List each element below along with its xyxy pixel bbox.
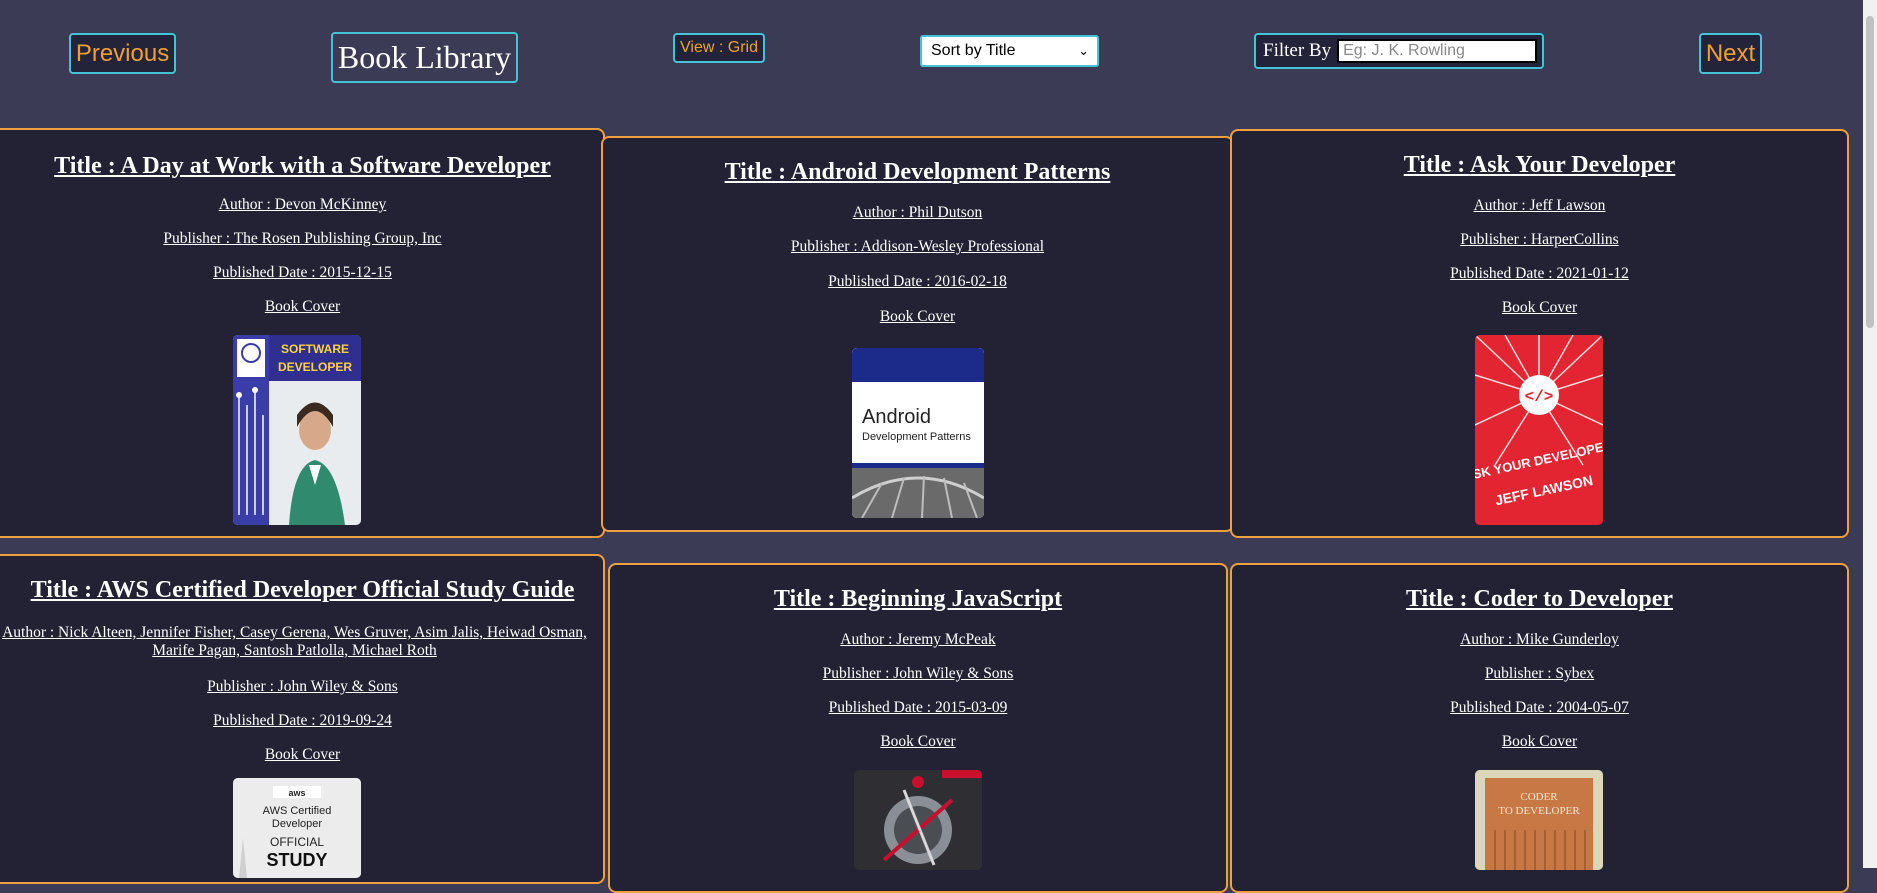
svg-text:</>: </> — [1525, 388, 1554, 406]
book-published-date[interactable]: Published Date : 2019-09-24 — [2, 712, 603, 730]
book-cover-label[interactable]: Book Cover — [2, 746, 603, 764]
svg-text:OFFICIAL: OFFICIAL — [270, 835, 324, 849]
book-card: Title : A Day at Work with a Software De… — [0, 128, 605, 538]
filter-label: Filter By — [1263, 40, 1332, 61]
book-published-date[interactable]: Published Date : 2015-12-15 — [2, 264, 603, 282]
book-publisher[interactable]: Publisher : The Rosen Publishing Group, … — [2, 230, 603, 248]
book-card: Title : Beginning JavaScript Author : Je… — [608, 563, 1228, 893]
chevron-down-icon: ⌄ — [1078, 43, 1089, 58]
book-author[interactable]: Author : Devon McKinney — [2, 196, 603, 214]
filter-input[interactable]: Eg: J. K. Rowling — [1337, 39, 1538, 63]
book-published-date[interactable]: Published Date : 2021-01-12 — [1232, 265, 1847, 283]
book-card: Title : Android Development Patterns Aut… — [601, 136, 1234, 532]
book-card: Title : AWS Certified Developer Official… — [0, 554, 605, 884]
view-toggle-button[interactable]: View : Grid — [673, 33, 765, 63]
book-published-date[interactable]: Published Date : 2015-03-09 — [610, 699, 1226, 717]
book-title[interactable]: Title : Ask Your Developer — [1232, 151, 1847, 179]
book-cover-image[interactable] — [854, 770, 982, 870]
svg-text:CODER: CODER — [1520, 791, 1558, 803]
filter-group: Filter By Eg: J. K. Rowling — [1254, 33, 1544, 69]
vertical-scrollbar[interactable] — [1863, 0, 1877, 868]
top-toolbar: Previous Book Library View : Grid Sort b… — [0, 0, 1877, 128]
scrollbar-thumb[interactable] — [1866, 16, 1874, 328]
book-publisher[interactable]: Publisher : HarperCollins — [1232, 231, 1847, 249]
book-cover-image[interactable]: SOFTWARE DEVELOPER — [233, 335, 361, 525]
svg-text:SOFTWARE: SOFTWARE — [281, 342, 349, 356]
book-publisher[interactable]: Publisher : Sybex — [1232, 665, 1847, 683]
book-title[interactable]: Title : Coder to Developer — [1232, 585, 1847, 613]
previous-button[interactable]: Previous — [69, 33, 176, 74]
book-cover-image[interactable]: aws AWS Certified Developer OFFICIAL STU… — [233, 778, 361, 878]
book-author[interactable]: Author : Jeff Lawson — [1232, 197, 1847, 215]
book-cover-label[interactable]: Book Cover — [2, 298, 603, 316]
svg-text:aws: aws — [288, 788, 305, 798]
book-title[interactable]: Title : Beginning JavaScript — [610, 585, 1226, 613]
book-author[interactable]: Author : Jeremy McPeak — [610, 631, 1226, 649]
book-cover-image[interactable]: Android Development Patterns — [852, 348, 984, 518]
svg-text:Development Patterns: Development Patterns — [862, 431, 971, 443]
svg-text:Developer: Developer — [272, 818, 322, 830]
book-published-date[interactable]: Published Date : 2016-02-18 — [603, 273, 1232, 291]
book-card: Title : Coder to Developer Author : Mike… — [1230, 563, 1849, 893]
book-author[interactable]: Author : Mike Gunderloy — [1232, 631, 1847, 649]
book-cover-image[interactable]: CODER TO DEVELOPER — [1475, 770, 1603, 870]
book-title[interactable]: Title : A Day at Work with a Software De… — [2, 152, 603, 180]
book-cover-label[interactable]: Book Cover — [603, 308, 1232, 326]
sort-select[interactable]: Sort by Title ⌄ — [920, 35, 1099, 67]
page-title: Book Library — [331, 32, 518, 83]
book-publisher[interactable]: Publisher : John Wiley & Sons — [610, 665, 1226, 683]
svg-text:Android: Android — [862, 406, 931, 428]
svg-text:STUDY: STUDY — [266, 850, 327, 870]
book-cover-label[interactable]: Book Cover — [1232, 733, 1847, 751]
sort-selected-value: Sort by Title — [931, 42, 1016, 59]
book-publisher[interactable]: Publisher : Addison-Wesley Professional — [603, 238, 1232, 256]
svg-text:DEVELOPER: DEVELOPER — [278, 360, 352, 374]
book-title[interactable]: Title : Android Development Patterns — [603, 158, 1232, 186]
book-cover-image[interactable]: </> ASK YOUR DEVELOPER JEFF LAWSON — [1475, 335, 1603, 525]
svg-text:TO DEVELOPER: TO DEVELOPER — [1498, 805, 1580, 817]
book-author[interactable]: Author : Phil Dutson — [603, 204, 1232, 222]
book-author[interactable]: Author : Nick Alteen, Jennifer Fisher, C… — [0, 624, 597, 660]
book-title[interactable]: Title : AWS Certified Developer Official… — [2, 576, 603, 604]
book-publisher[interactable]: Publisher : John Wiley & Sons — [2, 678, 603, 696]
svg-text:AWS Certified: AWS Certified — [263, 805, 332, 817]
next-button[interactable]: Next — [1699, 33, 1762, 74]
book-cover-label[interactable]: Book Cover — [610, 733, 1226, 751]
book-published-date[interactable]: Published Date : 2004-05-07 — [1232, 699, 1847, 717]
book-cover-label[interactable]: Book Cover — [1232, 299, 1847, 317]
book-card: Title : Ask Your Developer Author : Jeff… — [1230, 129, 1849, 538]
